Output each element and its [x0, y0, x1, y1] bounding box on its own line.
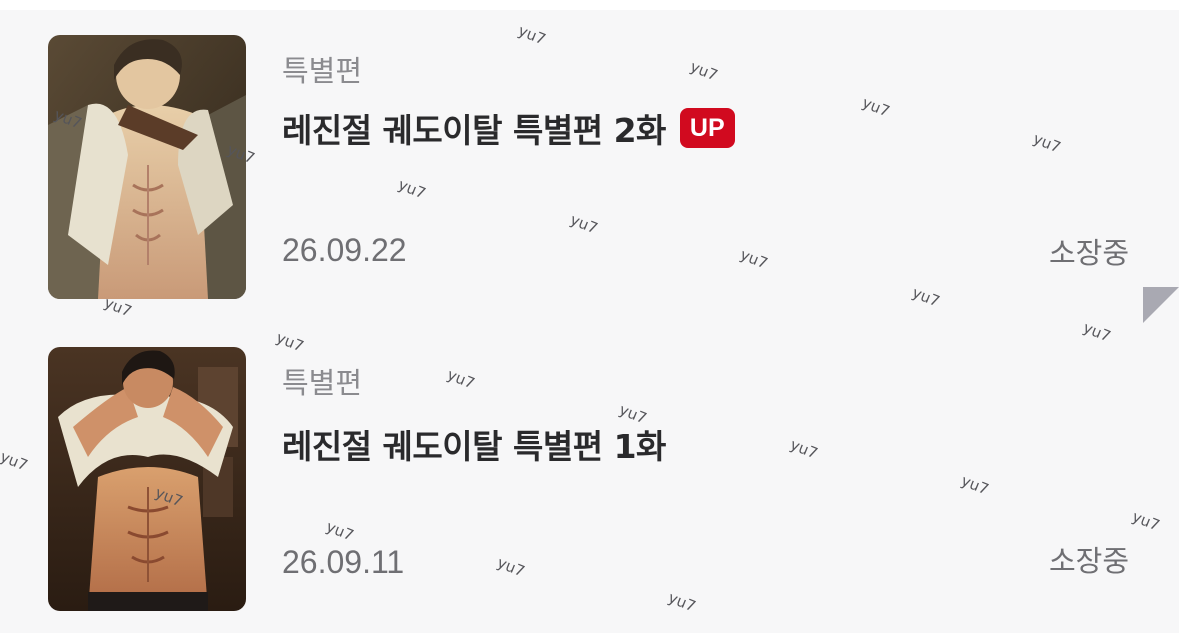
owned-status: 소장중 — [1048, 544, 1129, 578]
up-badge: UP — [679, 108, 735, 148]
episode-category: 특별편 — [282, 366, 363, 400]
episode-category: 특별편 — [282, 54, 363, 88]
episode-title: 레진절 궤도이탈 특별편 2화 — [282, 111, 666, 150]
thumbnail-illustration — [48, 347, 246, 611]
episode-title: 레진절 궤도이탈 특별편 1화 — [282, 427, 666, 466]
top-strip — [0, 0, 1179, 10]
corner-marker-icon — [1143, 287, 1179, 323]
episode-item[interactable]: 특별편 레진절 궤도이탈 특별편 2화 UP 26.09.22 소장중 — [0, 10, 1179, 300]
episode-thumbnail[interactable] — [48, 347, 246, 611]
episode-date: 26.09.22 — [282, 232, 407, 268]
episode-date: 26.09.11 — [282, 544, 405, 580]
episode-thumbnail[interactable] — [48, 35, 246, 299]
episode-item[interactable]: 특별편 레진절 궤도이탈 특별편 1화 26.09.11 소장중 — [0, 322, 1179, 612]
episode-title-row: 레진절 궤도이탈 특별편 2화 UP — [282, 104, 735, 152]
owned-status: 소장중 — [1048, 236, 1129, 270]
thumbnail-illustration — [48, 35, 246, 299]
episode-title-row: 레진절 궤도이탈 특별편 1화 — [282, 420, 666, 468]
